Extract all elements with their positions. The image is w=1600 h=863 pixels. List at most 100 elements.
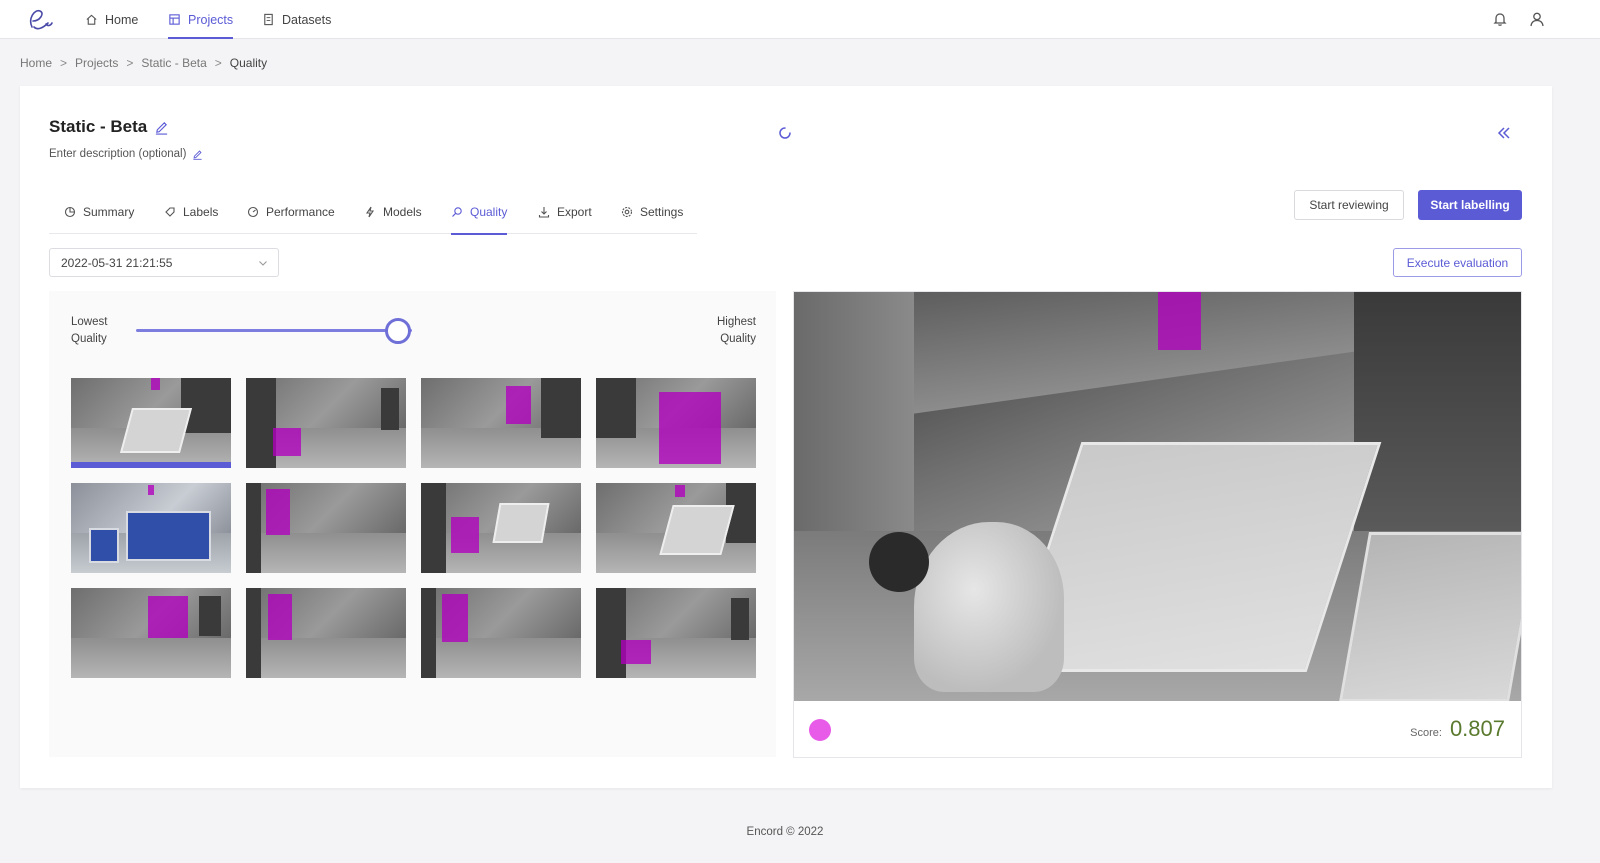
- performance-icon: [247, 206, 259, 218]
- score-display: Score: 0.807: [1410, 716, 1505, 742]
- quality-icon: [452, 207, 462, 217]
- bell-icon[interactable]: [1491, 10, 1509, 28]
- preview-annotation-box[interactable]: [1158, 292, 1201, 350]
- thumbnail-wall: [246, 588, 261, 678]
- breadcrumb-separator: >: [60, 56, 68, 70]
- tab-labels[interactable]: Labels: [164, 190, 218, 234]
- home-icon: [86, 14, 97, 25]
- tab-performance-label: Performance: [266, 205, 335, 219]
- nav-projects-label: Projects: [188, 12, 234, 27]
- loading-spinner-icon: [779, 127, 791, 139]
- nav-datasets[interactable]: Datasets: [262, 0, 331, 39]
- quality-slider-handle[interactable]: [385, 318, 412, 344]
- thumbnail-bed: [126, 511, 211, 561]
- thumbnail-annotation-box: [451, 517, 479, 553]
- execute-evaluation-button[interactable]: Execute evaluation: [1393, 248, 1522, 277]
- thumbnail-wall: [421, 588, 436, 678]
- thumbnail-wall: [541, 378, 581, 438]
- thumbnail[interactable]: [246, 378, 406, 468]
- thumbnail[interactable]: [596, 483, 756, 573]
- tab-quality-label: Quality: [470, 205, 508, 219]
- encord-logo-icon[interactable]: [24, 5, 54, 35]
- thumbnail[interactable]: [71, 588, 231, 678]
- tab-summary-label: Summary: [83, 205, 135, 219]
- tab-settings[interactable]: Settings: [621, 190, 683, 234]
- thumbnail-annotation-box: [273, 428, 301, 456]
- preview-wall: [1354, 292, 1521, 532]
- thumbnail-annotation-box: [148, 596, 188, 638]
- thumbnail-floor: [421, 637, 581, 678]
- breadcrumb-project[interactable]: Static - Beta: [141, 56, 206, 70]
- quality-slider-track[interactable]: [136, 329, 412, 332]
- thumbnail-bed: [119, 408, 193, 453]
- thumbnail-wall: [246, 378, 276, 468]
- thumbnail[interactable]: [71, 378, 231, 468]
- start-labelling-button[interactable]: Start labelling: [1418, 190, 1522, 220]
- thumbnail-annotation-box: [675, 485, 685, 497]
- collapse-chevrons-icon[interactable]: [1495, 124, 1513, 142]
- tab-settings-label: Settings: [640, 205, 684, 219]
- projects-icon: [169, 14, 180, 25]
- breadcrumb-separator: >: [214, 56, 222, 70]
- nav-home[interactable]: Home: [85, 0, 138, 39]
- thumbnail-bed: [492, 503, 550, 543]
- tab-performance[interactable]: Performance: [247, 190, 335, 234]
- breadcrumb-separator: >: [126, 56, 134, 70]
- thumbnail[interactable]: [596, 378, 756, 468]
- datasets-icon: [264, 13, 273, 26]
- user-icon[interactable]: [1528, 10, 1546, 28]
- lowest-quality-label-line1: Lowest: [71, 316, 108, 328]
- thumbnail[interactable]: [421, 378, 581, 468]
- thumbnail[interactable]: [246, 588, 406, 678]
- preview-person-head: [869, 532, 929, 592]
- lowest-quality-label: Lowest Quality: [71, 314, 107, 348]
- thumbnail-annotation-box: [506, 386, 531, 424]
- top-nav: Home Projects Datasets: [0, 0, 1600, 39]
- project-title-row: Static - Beta: [49, 117, 169, 137]
- evaluation-date-select[interactable]: 2022-05-31 21:21:55: [49, 248, 279, 277]
- thumbnail[interactable]: [246, 483, 406, 573]
- tab-models-label: Models: [383, 205, 422, 219]
- image-preview-panel: Score: 0.807: [793, 291, 1522, 758]
- thumbnail[interactable]: [596, 588, 756, 678]
- highest-quality-label-line2: Quality: [720, 333, 756, 345]
- edit-title-icon[interactable]: [154, 120, 169, 135]
- score-value: 0.807: [1449, 716, 1505, 741]
- preview-person: [914, 522, 1064, 692]
- score-label: Score:: [1410, 727, 1442, 739]
- thumbnail-floor: [246, 637, 406, 678]
- tab-summary[interactable]: Summary: [64, 190, 134, 234]
- breadcrumb-home[interactable]: Home: [20, 56, 52, 70]
- thumbnail-annotation-box: [268, 594, 292, 640]
- thumbnail-wall: [596, 378, 636, 438]
- tab-models[interactable]: Models: [364, 190, 422, 234]
- tab-export[interactable]: Export: [538, 190, 592, 234]
- thumbnail-floor: [246, 532, 406, 573]
- preview-image[interactable]: [794, 292, 1521, 701]
- thumbnail-annotation-box: [148, 485, 154, 495]
- project-description-row: Enter description (optional): [49, 148, 203, 160]
- thumbnail-wall: [731, 598, 749, 640]
- thumbnail-annotation-box: [266, 489, 290, 535]
- highest-quality-label: Highest Quality: [717, 314, 756, 348]
- thumbnail[interactable]: [421, 588, 581, 678]
- thumbnail-annotation-box: [151, 378, 160, 390]
- models-icon: [365, 206, 375, 218]
- thumbnail[interactable]: [421, 483, 581, 573]
- tab-quality[interactable]: Quality: [451, 190, 508, 235]
- project-title: Static - Beta: [49, 117, 148, 136]
- project-description: Enter description (optional): [49, 148, 187, 160]
- export-icon: [538, 207, 550, 218]
- thumbnail-wall: [381, 388, 399, 430]
- quality-gallery-panel: Lowest Quality Highest Quality: [49, 291, 776, 757]
- breadcrumb-projects[interactable]: Projects: [75, 56, 118, 70]
- start-reviewing-button[interactable]: Start reviewing: [1294, 190, 1404, 220]
- thumbnail-annotation-box: [659, 392, 721, 464]
- thumbnail[interactable]: [71, 483, 231, 573]
- thumbnail-floor: [71, 637, 231, 678]
- edit-description-icon[interactable]: [192, 149, 203, 160]
- nav-home-label: Home: [105, 12, 139, 27]
- label-color-dot: [809, 719, 831, 741]
- highest-quality-label-line1: Highest: [717, 316, 756, 328]
- nav-projects[interactable]: Projects: [168, 0, 234, 39]
